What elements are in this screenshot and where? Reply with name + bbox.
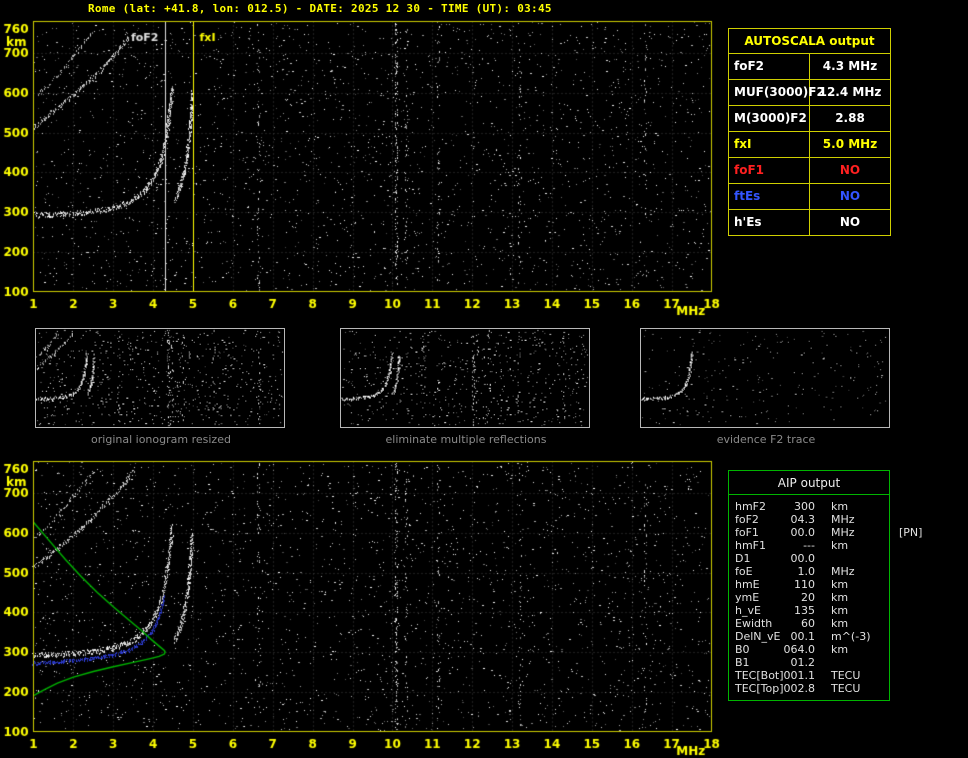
autoscala-output-table: AUTOSCALA output foF2 4.3 MHz MUF(3000)F2 1… [728,28,891,236]
aip-row: foF1 00.0 MHz [PN] [729,526,922,539]
aip-row: ymE 20 km [729,591,889,604]
parameter-value: 4.3 MHz [822,59,878,73]
parameter-unit: km [831,617,849,630]
parameter-value: 001.1 [783,669,816,682]
parameter-label: MUF(3000)F2 [729,80,825,105]
parameter-label: h_vE [735,604,761,617]
aip-row: B0 064.0 km [729,643,889,656]
parameter-value: 1.0 [797,565,816,578]
parameter-label: ftEs [729,184,810,209]
aip-table-title: AIP output [729,471,889,495]
parameter-value: NO [839,215,861,229]
parameter-value: --- [803,539,815,552]
parameter-unit: MHz [831,565,855,578]
parameter-label: foF2 [729,54,810,79]
thumbnail-caption: original ionogram resized [91,433,231,446]
parameter-label: TEC[Bot] [735,669,784,682]
parameter-value: 12.4 MHz [818,85,882,99]
autoscala-app-window: Rome (lat: +41.8, lon: 012.5) - DATE: 20… [0,0,968,758]
aip-row: Ewidth 60 km [729,617,889,630]
parameter-label: hmF1 [735,539,767,552]
aip-row: DelN_vE 00.1 m^(-3) [729,630,889,643]
aip-row: foF2 04.3 MHz [729,513,889,526]
parameter-value: 135 [794,604,815,617]
parameter-value: 300 [794,500,815,513]
parameter-unit: MHz [831,526,855,539]
parameter-value: 20 [801,591,815,604]
thumbnail-multiple-reflections-removed [340,328,590,428]
parameter-unit: km [831,539,849,552]
parameter-label: Ewidth [735,617,773,630]
parameter-unit: km [831,591,849,604]
parameter-value: 04.3 [790,513,816,526]
aip-row: TEC[Top] 002.8 TECU [729,682,889,695]
parameter-label: DelN_vE [735,630,781,643]
parameter-label: ymE [735,591,760,604]
parameter-value: 00.0 [790,552,816,565]
parameter-value: 60 [801,617,815,630]
parameter-value: 5.0 MHz [822,137,878,151]
aip-row: h_vE 135 km [729,604,889,617]
parameter-flag: [PN] [899,526,923,539]
parameter-unit: m^(-3) [831,630,871,643]
parameter-label: hmE [735,578,760,591]
autoscala-row: ftEs NO [729,184,890,210]
parameter-label: D1 [735,552,751,565]
parameter-label: M(3000)F2 [729,106,810,131]
parameter-unit: km [831,604,849,617]
parameter-value: 00.0 [790,526,816,539]
parameter-value: NO [839,189,861,203]
autoscala-row: MUF(3000)F2 12.4 MHz [729,80,890,106]
parameter-value: 002.8 [783,682,816,695]
parameter-label: h'Es [729,210,810,235]
parameter-label: foE [735,565,753,578]
parameter-label: B1 [735,656,750,669]
aip-row: D1 00.0 [729,552,889,565]
parameter-value: 064.0 [783,643,816,656]
aip-output-table: AIP output hmF2 300 km foF2 04.3 MHz foF1 00.0 M… [728,470,922,701]
aip-row: B1 01.2 [729,656,889,669]
aip-row: hmE 110 km [729,578,889,591]
autoscala-table-body: foF2 4.3 MHz MUF(3000)F2 12.4 MHz M(3000)F2 2… [729,54,890,235]
parameter-label: hmF2 [735,500,767,513]
parameter-label: B0 [735,643,750,656]
parameter-label: foF1 [735,526,759,539]
parameter-unit: km [831,500,849,513]
parameter-unit: TECU [831,669,861,682]
aip-table-body: hmF2 300 km foF2 04.3 MHz foF1 00.0 MHz [PN] hmF1 -… [729,500,922,695]
thumbnail-f2-trace-evidence [640,328,890,428]
autoscala-table-title: AUTOSCALA output [729,29,890,54]
autoscala-row: M(3000)F2 2.88 [729,106,890,132]
parameter-value: 2.88 [835,111,865,125]
parameter-label: fxI [729,132,810,157]
parameter-unit: km [831,643,849,656]
aip-row: hmF1 --- km [729,539,889,552]
restored-ionogram-chart [0,454,730,758]
thumbnail-caption: evidence F2 trace [716,433,816,446]
aip-row: foE 1.0 MHz [729,565,889,578]
aip-row: TEC[Bot] 001.1 TECU [729,669,889,682]
parameter-label: TEC[Top] [735,682,784,695]
aip-row: hmF2 300 km [729,500,889,513]
parameter-label: foF2 [735,513,759,526]
parameter-value: NO [839,163,861,177]
recorded-ionogram-chart [0,14,730,318]
autoscala-row: foF1 NO [729,158,890,184]
parameter-value: 01.2 [790,656,816,669]
parameter-value: 110 [794,578,815,591]
parameter-unit: MHz [831,513,855,526]
parameter-label: foF1 [729,158,810,183]
autoscala-row: h'Es NO [729,210,890,235]
thumbnail-original-ionogram [35,328,285,428]
autoscala-row: foF2 4.3 MHz [729,54,890,80]
thumbnail-caption: eliminate multiple reflections [385,433,547,446]
parameter-unit: TECU [831,682,861,695]
parameter-unit: km [831,578,849,591]
autoscala-row: fxI 5.0 MHz [729,132,890,158]
parameter-value: 00.1 [790,630,816,643]
